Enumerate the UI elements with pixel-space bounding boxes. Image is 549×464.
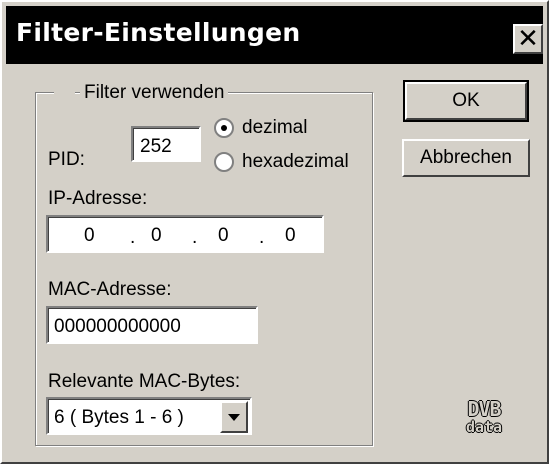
filter-groupbox-label: Filter verwenden: [80, 82, 229, 104]
ip-octet-4: 0: [285, 225, 296, 246]
ip-address-label: IP-Adresse:: [48, 188, 148, 209]
ip-separator: .: [192, 227, 198, 248]
filter-enable-checkbox[interactable]: [54, 86, 75, 107]
ip-octet-1: 0: [84, 225, 95, 246]
mac-bytes-selected: 6 ( Bytes 1 - 6 ): [54, 407, 184, 428]
logo-line-2: data: [465, 418, 503, 436]
mac-bytes-dropdown[interactable]: 6 ( Bytes 1 - 6 ): [46, 397, 252, 435]
dvb-data-logo: DVB data: [462, 397, 506, 436]
logo-line-1: DVB: [467, 397, 501, 421]
mac-address-input[interactable]: 000000000000: [46, 306, 258, 344]
mac-bytes-label: Relevante MAC-Bytes:: [48, 371, 241, 392]
radio-hexadecimal[interactable]: [214, 152, 234, 172]
chevron-down-icon[interactable]: [220, 401, 248, 433]
pid-input[interactable]: 252: [131, 126, 201, 162]
mac-address-label: MAC-Adresse:: [48, 279, 172, 300]
cancel-button[interactable]: Abbrechen: [402, 139, 530, 177]
ip-octet-3: 0: [218, 225, 229, 246]
ip-octet-2: 0: [151, 225, 162, 246]
window-title: Filter-Einstellungen: [16, 18, 301, 47]
title-bar[interactable]: Filter-Einstellungen ✕: [6, 6, 543, 64]
filter-settings-dialog: Filter-Einstellungen ✕ Filter verwenden …: [0, 0, 549, 464]
ip-separator: .: [259, 227, 265, 248]
radio-selected-dot: [221, 125, 227, 131]
pid-label: PID:: [48, 149, 85, 170]
ip-separator: .: [130, 227, 136, 248]
radio-hexadecimal-label: hexadezimal: [242, 151, 349, 172]
close-icon: ✕: [517, 24, 539, 54]
ip-address-field[interactable]: 0 . 0 . 0 . 0: [46, 215, 324, 253]
close-button[interactable]: ✕: [513, 24, 543, 54]
ok-button[interactable]: OK: [403, 80, 529, 122]
radio-decimal[interactable]: [214, 118, 234, 138]
radio-decimal-label: dezimal: [242, 117, 308, 138]
